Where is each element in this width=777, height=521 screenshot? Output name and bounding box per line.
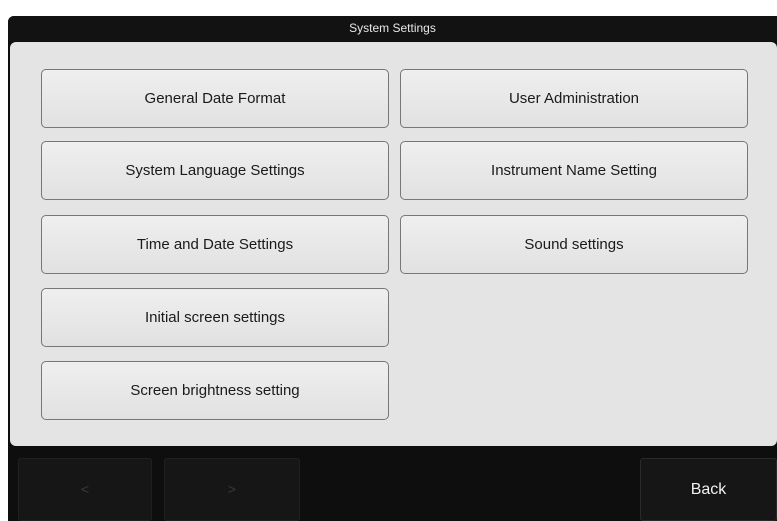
system-language-settings-button[interactable]: System Language Settings bbox=[41, 141, 389, 200]
device-frame: System Settings General Date Format Syst… bbox=[0, 0, 777, 521]
general-date-format-button[interactable]: General Date Format bbox=[41, 69, 389, 128]
time-and-date-settings-button[interactable]: Time and Date Settings bbox=[41, 215, 389, 274]
chevron-right-icon: > bbox=[227, 481, 237, 497]
window-title: System Settings bbox=[8, 16, 777, 41]
sound-settings-button[interactable]: Sound settings bbox=[400, 215, 748, 274]
previous-page-button[interactable]: < bbox=[18, 458, 152, 521]
screen-brightness-setting-button[interactable]: Screen brightness setting bbox=[41, 361, 389, 420]
back-button[interactable]: Back bbox=[640, 458, 777, 521]
instrument-name-setting-button[interactable]: Instrument Name Setting bbox=[400, 141, 748, 200]
chevron-left-icon: < bbox=[80, 481, 90, 497]
settings-screen: System Settings General Date Format Syst… bbox=[8, 16, 777, 521]
user-administration-button[interactable]: User Administration bbox=[400, 69, 748, 128]
settings-panel: General Date Format System Language Sett… bbox=[10, 42, 777, 446]
initial-screen-settings-button[interactable]: Initial screen settings bbox=[41, 288, 389, 347]
next-page-button[interactable]: > bbox=[164, 458, 300, 521]
bottom-toolbar: < > Back bbox=[8, 448, 777, 521]
